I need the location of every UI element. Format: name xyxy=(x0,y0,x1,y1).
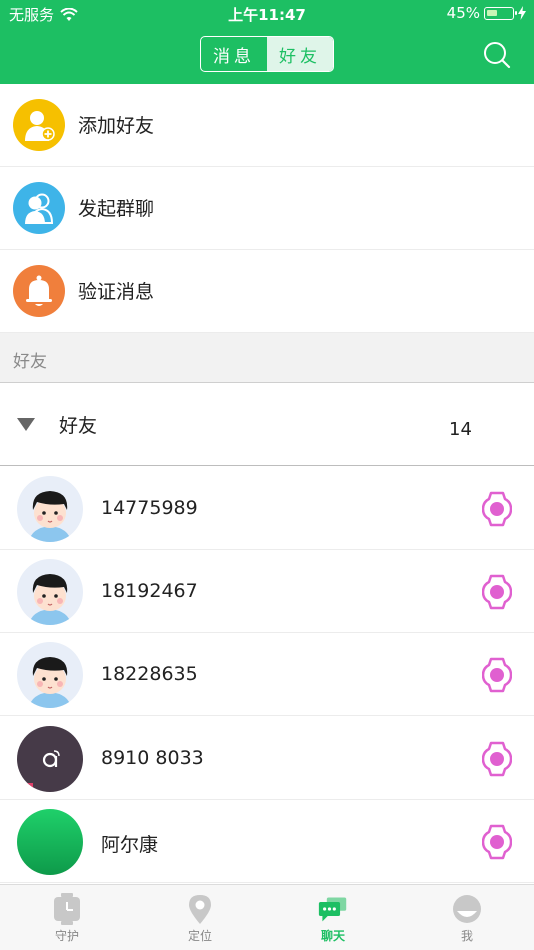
clock-watch-icon xyxy=(54,893,80,925)
search-icon[interactable] xyxy=(482,40,512,70)
nav-bar: 消息 好友 xyxy=(0,28,534,84)
watch-icon[interactable] xyxy=(482,741,512,777)
tab-messages[interactable]: 消息 xyxy=(201,37,267,71)
cartoon-boy-avatar xyxy=(17,476,83,542)
section-title: 好友 xyxy=(13,352,47,372)
friend-group-toggle[interactable]: 好友 14 xyxy=(0,383,534,466)
tab-bar: 守护 定位 聊天 我 xyxy=(0,884,534,950)
menu-item-verify-messages[interactable]: 验证消息 xyxy=(0,250,534,333)
location-pin-icon xyxy=(189,895,211,924)
section-header: 好友 xyxy=(0,333,534,383)
cartoon-boy-avatar xyxy=(17,559,83,625)
charging-bolt-icon xyxy=(518,6,526,20)
friend-row[interactable]: 8910 8033 xyxy=(0,717,534,800)
watch-icon[interactable] xyxy=(482,491,512,527)
watch-icon[interactable] xyxy=(482,657,512,693)
friend-row[interactable]: 18228635 xyxy=(0,633,534,716)
status-bar: 无服务 上午11:47 45% xyxy=(0,0,534,28)
friend-row[interactable]: 阿尔康 xyxy=(0,800,534,883)
tab-chat[interactable]: 聊天 xyxy=(298,893,368,944)
group-count: 14 xyxy=(449,419,472,440)
group-chat-icon xyxy=(13,182,65,234)
bell-icon xyxy=(13,265,65,317)
tab-location[interactable]: 定位 xyxy=(165,893,235,944)
tab-friends[interactable]: 好友 xyxy=(267,37,333,71)
expand-triangle-icon xyxy=(17,418,35,431)
menu-item-add-friend[interactable]: 添加好友 xyxy=(0,84,534,167)
battery-icon xyxy=(484,6,517,20)
friend-name: 18192467 xyxy=(101,580,198,602)
tab-me[interactable]: 我 xyxy=(432,893,502,944)
group-label: 好友 xyxy=(59,415,98,437)
watch-icon[interactable] xyxy=(482,824,512,860)
green-avatar xyxy=(17,809,83,875)
friend-name: 18228635 xyxy=(101,663,198,685)
battery-percent: 45% xyxy=(446,4,480,22)
watch-icon[interactable] xyxy=(482,574,512,610)
chat-bubble-icon xyxy=(318,897,347,922)
friend-row[interactable]: 18192467 xyxy=(0,550,534,633)
menu-item-label: 发起群聊 xyxy=(78,198,155,220)
tab-label: 聊天 xyxy=(320,929,345,943)
friend-name: 14775989 xyxy=(101,497,198,519)
segmented-control: 消息 好友 xyxy=(200,36,334,72)
tab-label: 守护 xyxy=(54,929,79,943)
cartoon-boy-avatar xyxy=(17,642,83,708)
friend-name: 8910 8033 xyxy=(101,747,204,769)
menu-item-group-chat[interactable]: 发起群聊 xyxy=(0,167,534,250)
friend-row[interactable]: 14775989 xyxy=(0,467,534,550)
menu-item-label: 添加好友 xyxy=(78,115,155,137)
tab-guard[interactable]: 守护 xyxy=(32,893,102,944)
dark-logo-avatar xyxy=(17,726,83,792)
status-right: 45% xyxy=(447,4,526,22)
friend-name: 阿尔康 xyxy=(101,834,159,856)
menu-item-label: 验证消息 xyxy=(78,281,155,303)
tab-label: 定位 xyxy=(187,929,212,943)
tab-label: 我 xyxy=(460,929,473,943)
add-friend-icon xyxy=(13,99,65,151)
profile-face-icon xyxy=(453,895,481,923)
